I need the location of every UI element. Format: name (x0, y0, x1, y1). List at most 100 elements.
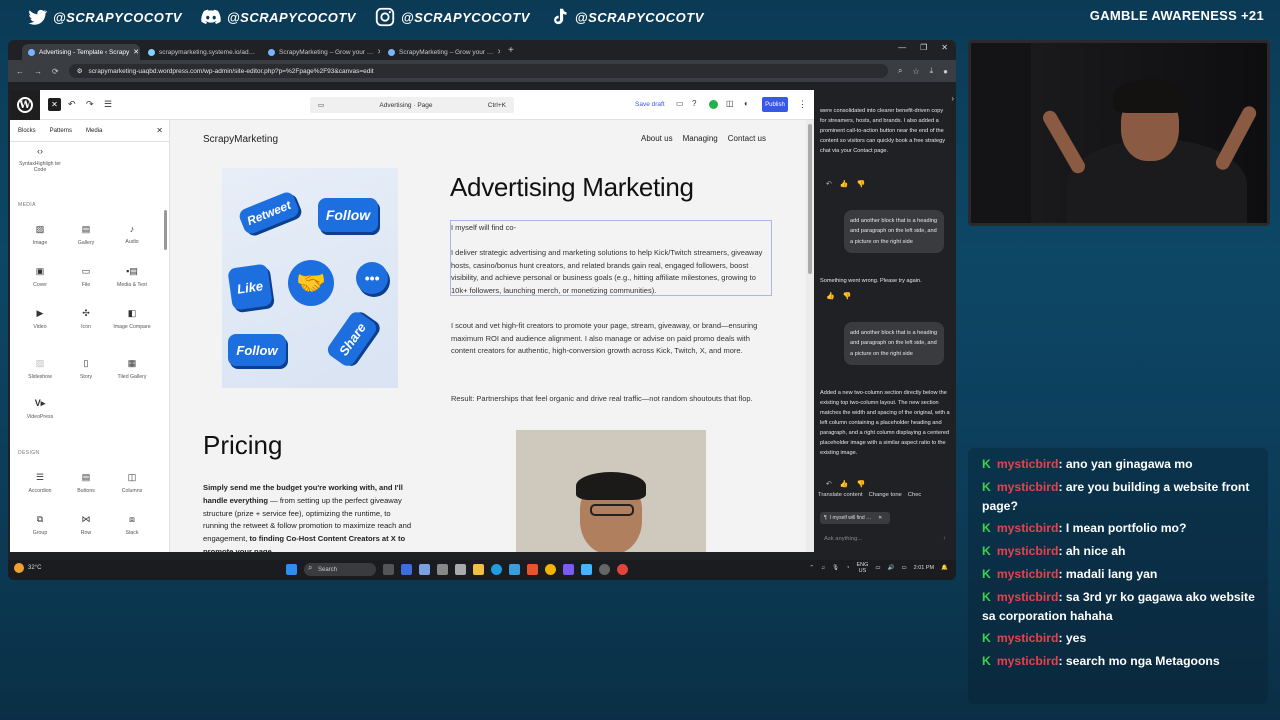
teams-icon[interactable] (401, 564, 412, 575)
brave-icon[interactable] (527, 564, 538, 575)
portrait-image[interactable] (516, 430, 706, 552)
chrome-icon[interactable] (545, 564, 556, 575)
canvas-scrollbar[interactable] (806, 120, 814, 552)
thumbs-up-icon[interactable]: 👍 (826, 292, 835, 300)
block-icon[interactable]: ✣ Icon (63, 308, 109, 330)
publish-button[interactable]: Publish (762, 97, 788, 112)
chrome-alt-icon[interactable] (617, 564, 628, 575)
reload-icon[interactable]: ⟳ (52, 67, 59, 76)
windows-start-icon[interactable] (286, 564, 297, 575)
language-indicator[interactable]: ENG US (856, 562, 868, 574)
pricing-paragraph[interactable]: Simply send me the budget you're working… (203, 482, 413, 552)
mail-icon[interactable] (419, 564, 430, 575)
taskbar-search[interactable]: Search (304, 563, 376, 576)
task-view-icon[interactable] (383, 564, 394, 575)
close-window-icon[interactable]: ✕ (941, 43, 948, 52)
store-icon[interactable] (509, 564, 520, 575)
block-group[interactable]: ⧉ Group (17, 514, 63, 536)
block-story[interactable]: ▯ Story (63, 358, 109, 380)
download-icon[interactable]: ⤓ (930, 66, 934, 76)
mic-icon[interactable]: 🎙 (832, 565, 839, 571)
zoom-icon[interactable]: ⌕ (898, 66, 902, 76)
desktop-preview-icon[interactable]: ▭ (676, 99, 684, 108)
file-explorer-icon[interactable] (473, 564, 484, 575)
hero-social-image[interactable]: Retweet Follow Like 🤝 ••• Follow Share (222, 168, 398, 388)
bookmark-star-icon[interactable]: ☆ (912, 67, 919, 76)
block-columns[interactable]: ◫ Columns (109, 472, 155, 494)
clock[interactable]: 2:01 PM (914, 565, 934, 571)
close-inserter-button[interactable]: ✕ (48, 98, 61, 111)
close-tab-icon[interactable]: ✕ (259, 48, 260, 56)
block-audio[interactable]: ♪ Audio (109, 224, 155, 245)
speaker-icon[interactable]: 🔊 (888, 565, 895, 571)
draft-line[interactable]: I myself will find co- (451, 222, 771, 235)
document-title-bar[interactable]: ▭ Advertising · Page Ctrl+K (310, 97, 514, 113)
block-row[interactable]: ⋈ Row (63, 514, 109, 536)
thumbs-down-icon[interactable]: 👎 (857, 480, 866, 488)
tab-advertising-template[interactable]: Advertising - Template ‹ Scrapy ✕ (22, 44, 140, 60)
change-tone-button[interactable]: Change tone (869, 492, 902, 498)
intro-paragraph[interactable]: I deliver strategic advertising and mark… (451, 247, 771, 297)
thumbs-up-icon[interactable]: 👍 (840, 180, 849, 188)
discord-taskbar-icon[interactable] (563, 564, 574, 575)
document-overview-icon[interactable]: ☰ (104, 99, 112, 110)
weather-widget[interactable]: 32°C (14, 563, 41, 573)
undo-icon[interactable]: ↶ (68, 99, 76, 110)
help-icon[interactable]: ? (692, 99, 696, 108)
save-draft-button[interactable]: Save draft (635, 101, 665, 108)
maximize-icon[interactable]: ❐ (920, 43, 927, 52)
network-icon[interactable]: ▭ (875, 565, 880, 571)
remove-chip-icon[interactable]: ✕ (878, 515, 882, 521)
wordpress-logo[interactable]: W (10, 90, 40, 120)
pricing-heading[interactable]: Pricing (203, 430, 282, 461)
tab-scrapymarketing-1[interactable]: ScrapyMarketing – Grow your …✕ (262, 44, 380, 60)
tray-expand-icon[interactable]: ⌃ (809, 565, 814, 571)
jetpack-icon[interactable] (709, 100, 718, 109)
nav-managing[interactable]: Managing (683, 134, 718, 143)
settings-sidebar-icon[interactable]: ◫ (726, 99, 734, 108)
site-title[interactable]: ScrapyMarketing (203, 134, 278, 145)
block-media-text[interactable]: ▪▤ Media & Text (109, 266, 155, 288)
volume-mixer-icon[interactable]: ♫ (821, 565, 825, 571)
block-cover[interactable]: ▣ Cover (17, 266, 63, 288)
tab-blocks[interactable]: Blocks (18, 128, 36, 141)
tab-patterns[interactable]: Patterns (50, 128, 72, 141)
block-image-compare[interactable]: ◧ Image Compare (109, 308, 155, 330)
redo-icon[interactable]: ↷ (86, 99, 94, 110)
styles-icon[interactable]: ◐ (744, 99, 749, 108)
nav-contact-us[interactable]: Contact us (728, 134, 766, 143)
context-chip[interactable]: ¶ I myself will find … ✕ (820, 512, 890, 524)
ai-chat-input[interactable]: Ask anything... ↑ (818, 530, 952, 548)
profile-icon[interactable]: ● (943, 67, 948, 76)
battery-icon[interactable]: ▭ (901, 565, 906, 571)
steam-icon[interactable] (437, 564, 448, 575)
minimize-icon[interactable]: — (898, 43, 906, 52)
close-inserter-icon[interactable]: ✕ (156, 126, 163, 135)
thumbs-down-icon[interactable]: 👎 (857, 180, 866, 188)
collapse-panel-icon[interactable]: › (951, 94, 954, 103)
retry-icon[interactable]: ↶ (826, 480, 832, 488)
wifi-icon[interactable]: ◔ (846, 565, 849, 571)
site-info-icon[interactable]: ⚙ (77, 67, 83, 75)
nav-about-us[interactable]: About us (641, 134, 673, 143)
close-tab-icon[interactable]: ✕ (377, 48, 380, 56)
block-file[interactable]: ▭ File (63, 266, 109, 288)
forward-icon[interactable]: → (34, 67, 42, 76)
thumbs-up-icon[interactable]: 👍 (840, 480, 849, 488)
result-paragraph[interactable]: Result: Partnerships that feel organic a… (451, 393, 776, 406)
back-icon[interactable]: ← (16, 67, 24, 76)
block-video[interactable]: ▶ Video (17, 308, 63, 330)
close-tab-icon[interactable]: ✕ (133, 48, 139, 56)
send-icon[interactable]: ↑ (943, 536, 946, 542)
edge-icon[interactable] (491, 564, 502, 575)
block-buttons[interactable]: ▤ Buttons (63, 472, 109, 494)
translate-content-button[interactable]: Translate content (818, 492, 863, 498)
block-tiled-gallery[interactable]: ▦ Tiled Gallery (109, 358, 155, 380)
url-field[interactable]: ⚙ scrapymarketing-uaqbd.wordpress.com/wp-… (68, 64, 888, 78)
calculator-icon[interactable] (455, 564, 466, 575)
inserter-scrollbar[interactable] (164, 210, 167, 250)
tab-systeme[interactable]: scrapymarketing.systeme.io/ad…✕ (142, 44, 260, 60)
block-slideshow[interactable]: ▨ Slideshow (17, 358, 63, 380)
options-menu-icon[interactable]: ⋮ (798, 99, 807, 110)
notification-icon[interactable]: 🔔 (941, 565, 948, 571)
